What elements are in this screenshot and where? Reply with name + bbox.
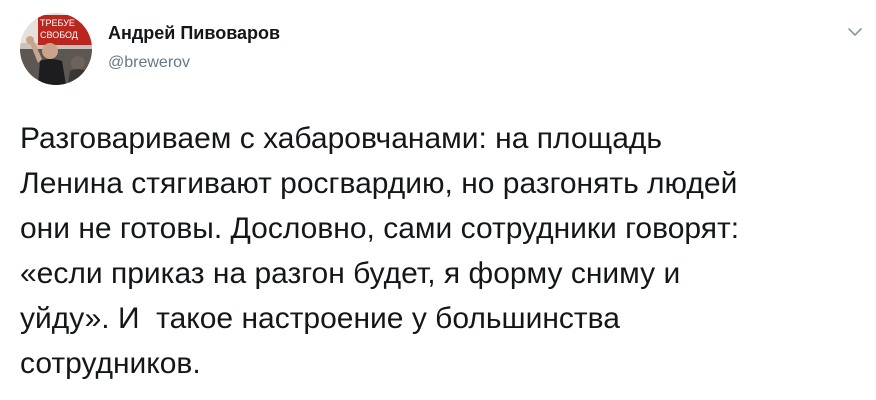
tweet-text: Разговариваем с хабаровчанами: на площад…	[20, 116, 860, 386]
author-handle[interactable]: @brewerov	[108, 54, 190, 72]
tweet-text-line: «если приказ на разгон будет, я форму сн…	[20, 257, 681, 290]
tweet-text-line: сотрудников.	[20, 347, 201, 380]
avatar-sign-text-2: СВОБОД	[40, 30, 78, 40]
tweet-text-line: Разговариваем с хабаровчанами: на площад…	[20, 122, 663, 155]
avatar[interactable]: ТРЕБУЕ СВОБОД	[20, 13, 92, 85]
avatar-sign-text-1: ТРЕБУЕ	[40, 18, 75, 28]
tweet-card: ТРЕБУЕ СВОБОД Андрей Пивоваров @brewerov…	[0, 0, 876, 400]
tweet-text-line: Ленина стягивают росгвардию, но разгонят…	[20, 167, 738, 200]
author-name[interactable]: Андрей Пивоваров	[108, 23, 280, 44]
chevron-down-icon[interactable]	[842, 22, 868, 42]
tweet-text-line: уйду». И такое настроение у большинства	[20, 302, 620, 335]
tweet-text-line: они не готовы. Дословно, сами сотрудники…	[20, 212, 740, 245]
